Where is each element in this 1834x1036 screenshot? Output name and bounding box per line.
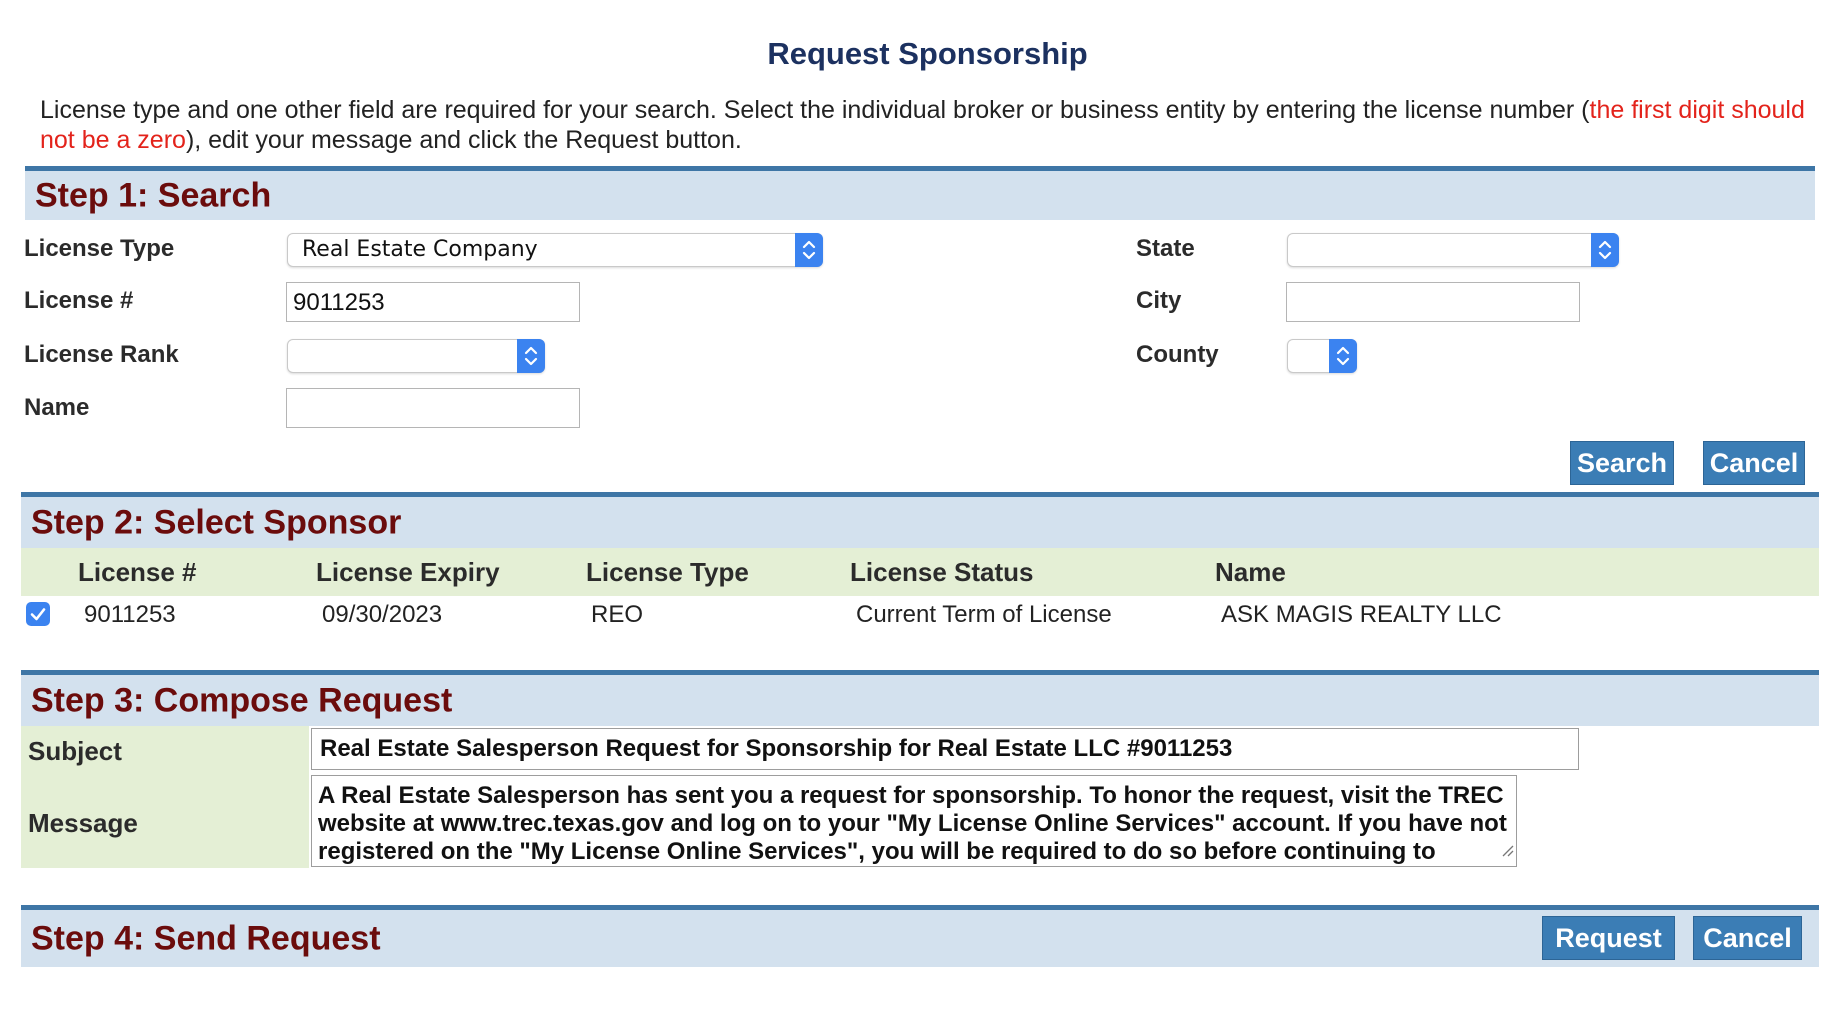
- subject-label: Subject: [28, 736, 122, 766]
- request-button[interactable]: Request: [1542, 916, 1675, 960]
- county-label: County: [1136, 341, 1219, 368]
- column-header-name: Name: [1215, 557, 1286, 587]
- chevron-up-down-icon: [1329, 339, 1357, 373]
- city-input[interactable]: [1286, 282, 1580, 322]
- page-title: Request Sponsorship: [767, 36, 1088, 71]
- cell-license-type: REO: [591, 601, 644, 628]
- city-label: City: [1136, 287, 1182, 314]
- name-input[interactable]: [286, 388, 580, 428]
- license-type-value: Real Estate Company: [302, 237, 538, 262]
- state-label: State: [1136, 235, 1195, 262]
- state-select[interactable]: [1287, 233, 1619, 267]
- search-button[interactable]: Search: [1570, 441, 1674, 485]
- license-rank-select[interactable]: [287, 339, 545, 373]
- column-header-license-number: License #: [78, 557, 197, 587]
- resize-grip-icon[interactable]: [1500, 836, 1514, 864]
- step3-header: Step 3: Compose Request: [21, 670, 1819, 726]
- message-textarea[interactable]: A Real Estate Salesperson has sent you a…: [311, 775, 1517, 867]
- step2-header: Step 2: Select Sponsor: [21, 492, 1819, 548]
- cell-license-status: Current Term of License: [856, 601, 1112, 628]
- step1-title: Step 1: Search: [35, 176, 272, 214]
- step4-title: Step 4: Send Request: [31, 919, 381, 957]
- intro-text-part-1: License type and one other field are req…: [40, 96, 1590, 124]
- county-select[interactable]: [1287, 339, 1357, 373]
- request-cancel-button[interactable]: Cancel: [1693, 916, 1802, 960]
- subject-input[interactable]: Real Estate Salesperson Request for Spon…: [311, 728, 1579, 770]
- chevron-up-down-icon: [1591, 233, 1619, 267]
- cell-license-expiry: 09/30/2023: [322, 601, 443, 628]
- chevron-up-down-icon: [795, 233, 823, 267]
- cell-license-number: 9011253: [84, 601, 176, 628]
- cell-name: ASK MAGIS REALTY LLC: [1221, 601, 1502, 628]
- license-type-select[interactable]: Real Estate Company: [287, 233, 823, 267]
- column-header-license-status: License Status: [850, 557, 1034, 587]
- column-header-license-type: License Type: [586, 557, 749, 587]
- search-cancel-button[interactable]: Cancel: [1703, 441, 1805, 485]
- intro-text: License type and one other field are req…: [40, 95, 1820, 155]
- name-label: Name: [24, 394, 90, 421]
- column-header-license-expiry: License Expiry: [316, 557, 500, 587]
- intro-text-part-2: ), edit your message and click the Reque…: [185, 126, 742, 154]
- chevron-up-down-icon: [517, 339, 545, 373]
- message-text: A Real Estate Salesperson has sent you a…: [318, 782, 1507, 865]
- checkmark-icon: [30, 608, 46, 621]
- step1-header: Step 1: Search: [25, 166, 1815, 220]
- license-number-input[interactable]: 9011253: [286, 282, 580, 322]
- license-type-label: License Type: [24, 235, 175, 262]
- step2-title: Step 2: Select Sponsor: [31, 503, 402, 541]
- select-sponsor-checkbox[interactable]: [26, 602, 50, 626]
- license-number-label: License #: [24, 287, 134, 314]
- step3-title: Step 3: Compose Request: [31, 681, 453, 719]
- message-label: Message: [28, 808, 138, 838]
- license-rank-label: License Rank: [24, 341, 179, 368]
